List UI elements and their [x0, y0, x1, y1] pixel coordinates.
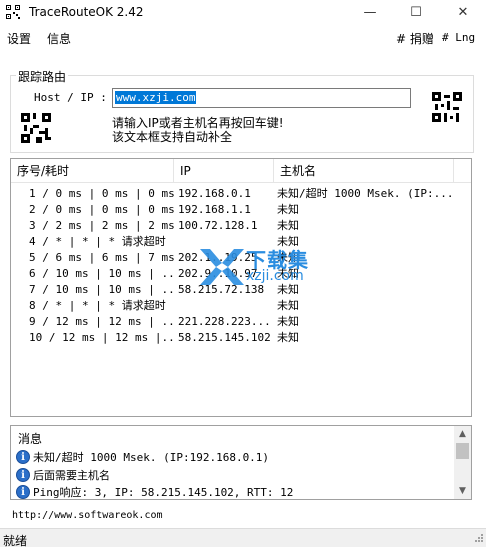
table-row[interactable]: 9 / 12 ms | 12 ms | ... 221.228.223.... 未知 [11, 314, 471, 330]
hostname-cell: 未知 [277, 299, 299, 312]
watermark-domain: xzji.com [246, 268, 304, 284]
messages-scrollbar[interactable]: ▲ ▼ [454, 426, 471, 499]
hostname-cell: 未知 [277, 219, 299, 232]
hop-cell: 5 / 6 ms | 6 ms | 7 ms [29, 251, 175, 264]
close-button[interactable]: ✕ [440, 0, 486, 25]
qr-code-icon-left[interactable] [21, 113, 51, 143]
hop-cell: 9 / 12 ms | 12 ms | ... [29, 315, 175, 328]
hop-cell: 6 / 10 ms | 10 ms | ... [29, 267, 175, 280]
hint-line-2: 该文本框支持自动补全 [112, 130, 233, 144]
menu-language[interactable]: # Lng [442, 31, 475, 44]
hostname-cell: 未知 [277, 331, 299, 344]
table-row[interactable]: 2 / 0 ms | 0 ms | 0 ms 192.168.1.1 未知 [11, 202, 471, 218]
info-icon: i [16, 468, 30, 482]
ip-cell: 58.215.145.102 [178, 331, 271, 344]
maximize-button[interactable]: ☐ [393, 0, 439, 25]
messages-title: 消息 [18, 432, 43, 446]
message-item: i 未知/超时 1000 Msek. (IP:192.168.0.1) [16, 449, 269, 465]
messages-box[interactable]: 消息 i 未知/超时 1000 Msek. (IP:192.168.0.1) i… [10, 425, 472, 500]
host-label: Host / IP : [34, 91, 107, 104]
hop-cell: 2 / 0 ms | 0 ms | 0 ms [29, 203, 175, 216]
hostname-cell: 未知/超时 1000 Msek. (IP:... [277, 187, 454, 200]
table-row[interactable]: 1 / 0 ms | 0 ms | 0 ms 192.168.0.1 未知/超时 1… [11, 186, 471, 202]
hop-cell: 3 / 2 ms | 2 ms | 2 ms [29, 219, 175, 232]
column-header-hostname[interactable]: 主机名 [274, 159, 454, 183]
menu-bar: 设置 信息 # 捐赠 # Lng [0, 27, 486, 47]
table-header: 序号/耗时 IP 主机名 [11, 159, 471, 183]
info-icon: i [16, 450, 30, 464]
status-bar: 就绪 [0, 528, 486, 547]
window-title: TraceRouteOK 2.42 [29, 5, 144, 19]
resize-grip-icon[interactable] [472, 533, 484, 545]
message-item: i Ping响应: 3, IP: 58.215.145.102, RTT: 12 [16, 484, 294, 499]
minimize-button[interactable]: — [347, 0, 393, 25]
message-text: 未知/超时 1000 Msek. (IP:192.168.0.1) [33, 451, 270, 464]
hostname-cell: 未知 [277, 315, 299, 328]
app-icon [5, 4, 21, 20]
hostname-cell: 未知 [277, 203, 299, 216]
trace-group-label: 跟踪路由 [16, 68, 69, 85]
menu-settings[interactable]: 设置 [7, 30, 31, 47]
message-text: Ping响应: 3, IP: 58.215.145.102, RTT: 12 [33, 486, 294, 499]
column-header-ip[interactable]: IP [174, 159, 274, 183]
scrollbar-thumb[interactable] [456, 443, 469, 459]
hop-cell: 1 / 0 ms | 0 ms | 0 ms [29, 187, 175, 200]
website-link[interactable]: http://www.softwareok.com [12, 510, 163, 521]
menu-donate[interactable]: # 捐赠 [396, 30, 434, 47]
ip-cell: 192.168.1.1 [178, 203, 251, 216]
column-header-hop[interactable]: 序号/耗时 [11, 159, 174, 183]
host-input-value: www.xzji.com [115, 91, 197, 104]
message-text: 后面需要主机名 [33, 469, 110, 482]
hop-cell: 8 / * | * | * 请求超时 [29, 299, 166, 312]
title-bar: TraceRouteOK 2.42 — ☐ ✕ [0, 0, 486, 25]
qr-code-icon-right[interactable] [432, 92, 462, 122]
info-icon: i [16, 485, 30, 499]
scroll-up-icon[interactable]: ▲ [454, 426, 471, 442]
status-text: 就绪 [3, 534, 28, 547]
menu-info[interactable]: 信息 [47, 30, 71, 47]
hop-cell: 7 / 10 ms | 10 ms | ... [29, 283, 175, 296]
hop-cell: 10 / 12 ms | 12 ms |... [29, 331, 175, 344]
message-item: i 后面需要主机名 [16, 467, 110, 483]
ip-cell: 192.168.0.1 [178, 187, 251, 200]
hop-cell: 4 / * | * | * 请求超时 [29, 235, 166, 248]
ip-cell: 221.228.223.... [178, 315, 273, 328]
host-input[interactable]: www.xzji.com [112, 88, 411, 108]
scroll-down-icon[interactable]: ▼ [454, 483, 471, 499]
ip-cell: 100.72.128.1 [178, 219, 258, 232]
table-row[interactable]: 8 / * | * | * 请求超时 未知 [11, 298, 471, 314]
table-row[interactable]: 10 / 12 ms | 12 ms |... 58.215.145.102 未知 [11, 330, 471, 346]
table-row[interactable]: 3 / 2 ms | 2 ms | 2 ms 100.72.128.1 未知 [11, 218, 471, 234]
